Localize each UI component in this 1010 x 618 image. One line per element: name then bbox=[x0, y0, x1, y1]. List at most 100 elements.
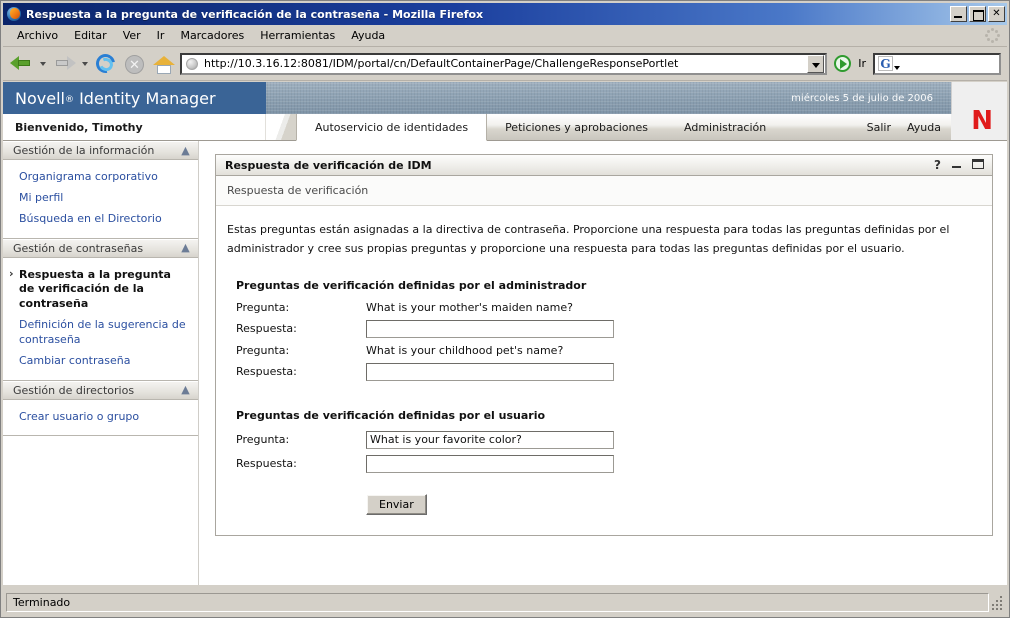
menu-ver[interactable]: Ver bbox=[115, 27, 149, 44]
home-button[interactable] bbox=[151, 51, 177, 77]
minimize-button[interactable] bbox=[950, 6, 967, 22]
google-icon[interactable]: G bbox=[878, 56, 893, 71]
user-section-title: Preguntas de verificación definidas por … bbox=[236, 409, 976, 422]
tab-autoservicio-de-identidades[interactable]: Autoservicio de identidades bbox=[296, 114, 487, 141]
submit-row: Enviar bbox=[236, 493, 976, 515]
novell-n-logo-icon: N bbox=[971, 108, 993, 134]
submit-button[interactable]: Enviar bbox=[366, 494, 427, 515]
url-input[interactable]: http://10.3.16.12:8081/IDM/portal/cn/Def… bbox=[204, 57, 807, 70]
user-answer-1-input[interactable] bbox=[366, 455, 614, 473]
sidebar-group-title: Gestión de directorios bbox=[13, 384, 134, 397]
menu-marcadores[interactable]: Marcadores bbox=[172, 27, 252, 44]
tab-spacer bbox=[784, 114, 858, 140]
title-bar: Respuesta a la pregunta de verificación … bbox=[3, 3, 1007, 25]
menu-ir[interactable]: Ir bbox=[149, 27, 173, 44]
menu-archivo[interactable]: Archivo bbox=[9, 27, 66, 44]
minimize-icon[interactable] bbox=[952, 160, 961, 171]
close-button[interactable]: ✕ bbox=[988, 6, 1005, 22]
help-icon[interactable]: ? bbox=[934, 159, 941, 171]
sidebar-group-title: Gestión de contraseñas bbox=[13, 242, 143, 255]
brand-registered-icon: ® bbox=[65, 95, 74, 105]
forward-button[interactable] bbox=[51, 52, 77, 76]
link-ayuda[interactable]: Ayuda bbox=[899, 114, 951, 140]
admin-answer-2-input[interactable] bbox=[366, 363, 614, 381]
search-input[interactable] bbox=[900, 56, 999, 71]
banner-right: miércoles 5 de julio de 2006 bbox=[266, 82, 951, 114]
sidebar-group-title: Gestión de la información bbox=[13, 144, 154, 157]
sidebar-group-gestion-de-contrasenas: Gestión de contraseñas ▲ Respuesta a la … bbox=[3, 239, 198, 381]
status-bar: Terminado bbox=[3, 589, 1007, 615]
table-row: Pregunta: What is your mother's maiden n… bbox=[236, 301, 614, 320]
menu-herramientas[interactable]: Herramientas bbox=[252, 27, 343, 44]
reload-button[interactable] bbox=[93, 51, 119, 77]
link-salir[interactable]: Salir bbox=[859, 114, 899, 140]
user-question-1-input[interactable] bbox=[366, 431, 614, 449]
sidebar-group-header[interactable]: Gestión de la información ▲ bbox=[3, 141, 198, 160]
tab-label: Peticiones y aprobaciones bbox=[505, 121, 648, 134]
brand-text: Novell® Identity Manager bbox=[15, 89, 216, 108]
window-controls: ✕ bbox=[950, 6, 1005, 22]
main-content: Respuesta de verificación de IDM ? Respu… bbox=[199, 141, 1007, 585]
page-body: Gestión de la información ▲ Organigrama … bbox=[3, 141, 1007, 585]
sidebar-group-header[interactable]: Gestión de contraseñas ▲ bbox=[3, 239, 198, 258]
table-row: Respuesta: bbox=[236, 363, 614, 387]
throbber-icon bbox=[984, 27, 1002, 45]
user-questions-table: Pregunta: Respuesta: bbox=[236, 431, 614, 479]
intro-text: Estas preguntas están asignadas a la dir… bbox=[227, 220, 967, 259]
sidebar-item-definicion-de-la-sugerencia-de-contrasena[interactable]: Definición de la sugerencia de contraseñ… bbox=[3, 315, 198, 351]
table-row: Respuesta: bbox=[236, 455, 614, 479]
maximize-button[interactable] bbox=[969, 6, 986, 22]
brand-novell: Novell bbox=[15, 89, 65, 108]
tab-label: Autoservicio de identidades bbox=[315, 121, 468, 134]
challenge-response-portlet: Respuesta de verificación de IDM ? Respu… bbox=[215, 154, 993, 536]
tab-row-curve bbox=[266, 114, 296, 140]
admin-answer-1-input[interactable] bbox=[366, 320, 614, 338]
table-row: Respuesta: bbox=[236, 320, 614, 344]
chevron-up-double-icon[interactable]: ▲ bbox=[180, 242, 192, 254]
chevron-up-double-icon[interactable]: ▲ bbox=[180, 384, 192, 396]
sidebar-item-busqueda-en-el-directorio[interactable]: Búsqueda en el Directorio bbox=[3, 209, 198, 230]
back-button[interactable] bbox=[9, 52, 35, 76]
sidebar-group-links: Crear usuario o grupo bbox=[3, 400, 198, 436]
status-text: Terminado bbox=[6, 593, 989, 612]
answer-label: Respuesta: bbox=[236, 455, 366, 479]
menu-editar[interactable]: Editar bbox=[66, 27, 115, 44]
page-favicon-icon bbox=[186, 58, 198, 70]
page-viewport: Novell® Identity Manager miércoles 5 de … bbox=[3, 82, 1007, 585]
menu-ayuda[interactable]: Ayuda bbox=[343, 27, 393, 44]
maximize-icon[interactable] bbox=[972, 159, 984, 171]
answer-label: Respuesta: bbox=[236, 363, 366, 387]
back-dropdown-icon[interactable] bbox=[40, 62, 46, 66]
forward-dropdown-icon[interactable] bbox=[82, 62, 88, 66]
tab-administracion[interactable]: Administración bbox=[666, 114, 784, 140]
go-label[interactable]: Ir bbox=[858, 57, 866, 70]
admin-questions-table: Pregunta: What is your mother's maiden n… bbox=[236, 301, 614, 387]
sidebar-item-respuesta-a-la-pregunta-de-verificacion[interactable]: Respuesta a la pregunta de verificación … bbox=[3, 265, 198, 316]
sidebar-item-mi-perfil[interactable]: Mi perfil bbox=[3, 188, 198, 209]
portlet-body: Estas preguntas están asignadas a la dir… bbox=[216, 206, 992, 535]
search-bar[interactable]: G bbox=[873, 53, 1001, 75]
chevron-up-double-icon[interactable]: ▲ bbox=[180, 145, 192, 157]
portlet-subtitle: Respuesta de verificación bbox=[216, 176, 992, 206]
answer-label: Respuesta: bbox=[236, 320, 366, 344]
sidebar: Gestión de la información ▲ Organigrama … bbox=[3, 141, 199, 585]
resize-grip[interactable] bbox=[989, 593, 1005, 612]
url-dropdown-button[interactable] bbox=[807, 55, 824, 73]
sidebar-item-organigrama-corporativo[interactable]: Organigrama corporativo bbox=[3, 167, 198, 188]
go-button[interactable] bbox=[833, 54, 853, 74]
welcome-message: Bienvenido, Timothy bbox=[3, 114, 266, 140]
tab-peticiones-y-aprobaciones[interactable]: Peticiones y aprobaciones bbox=[487, 114, 666, 140]
admin-section-title: Preguntas de verificación definidas por … bbox=[236, 279, 976, 292]
current-date: miércoles 5 de julio de 2006 bbox=[791, 93, 933, 104]
brand-box: Novell® Identity Manager bbox=[3, 82, 266, 114]
browser-window: Respuesta a la pregunta de verificación … bbox=[0, 0, 1010, 618]
sidebar-item-crear-usuario-o-grupo[interactable]: Crear usuario o grupo bbox=[3, 407, 198, 428]
url-bar[interactable]: http://10.3.16.12:8081/IDM/portal/cn/Def… bbox=[180, 53, 827, 75]
sidebar-item-cambiar-contrasena[interactable]: Cambiar contraseña bbox=[3, 351, 198, 372]
portlet-header-icons: ? bbox=[934, 159, 984, 171]
sidebar-group-header[interactable]: Gestión de directorios ▲ bbox=[3, 381, 198, 400]
menu-bar: Archivo Editar Ver Ir Marcadores Herrami… bbox=[3, 25, 1007, 47]
brand-product: Identity Manager bbox=[79, 89, 216, 108]
stop-button[interactable]: ✕ bbox=[122, 51, 148, 77]
table-row: Pregunta: bbox=[236, 431, 614, 455]
